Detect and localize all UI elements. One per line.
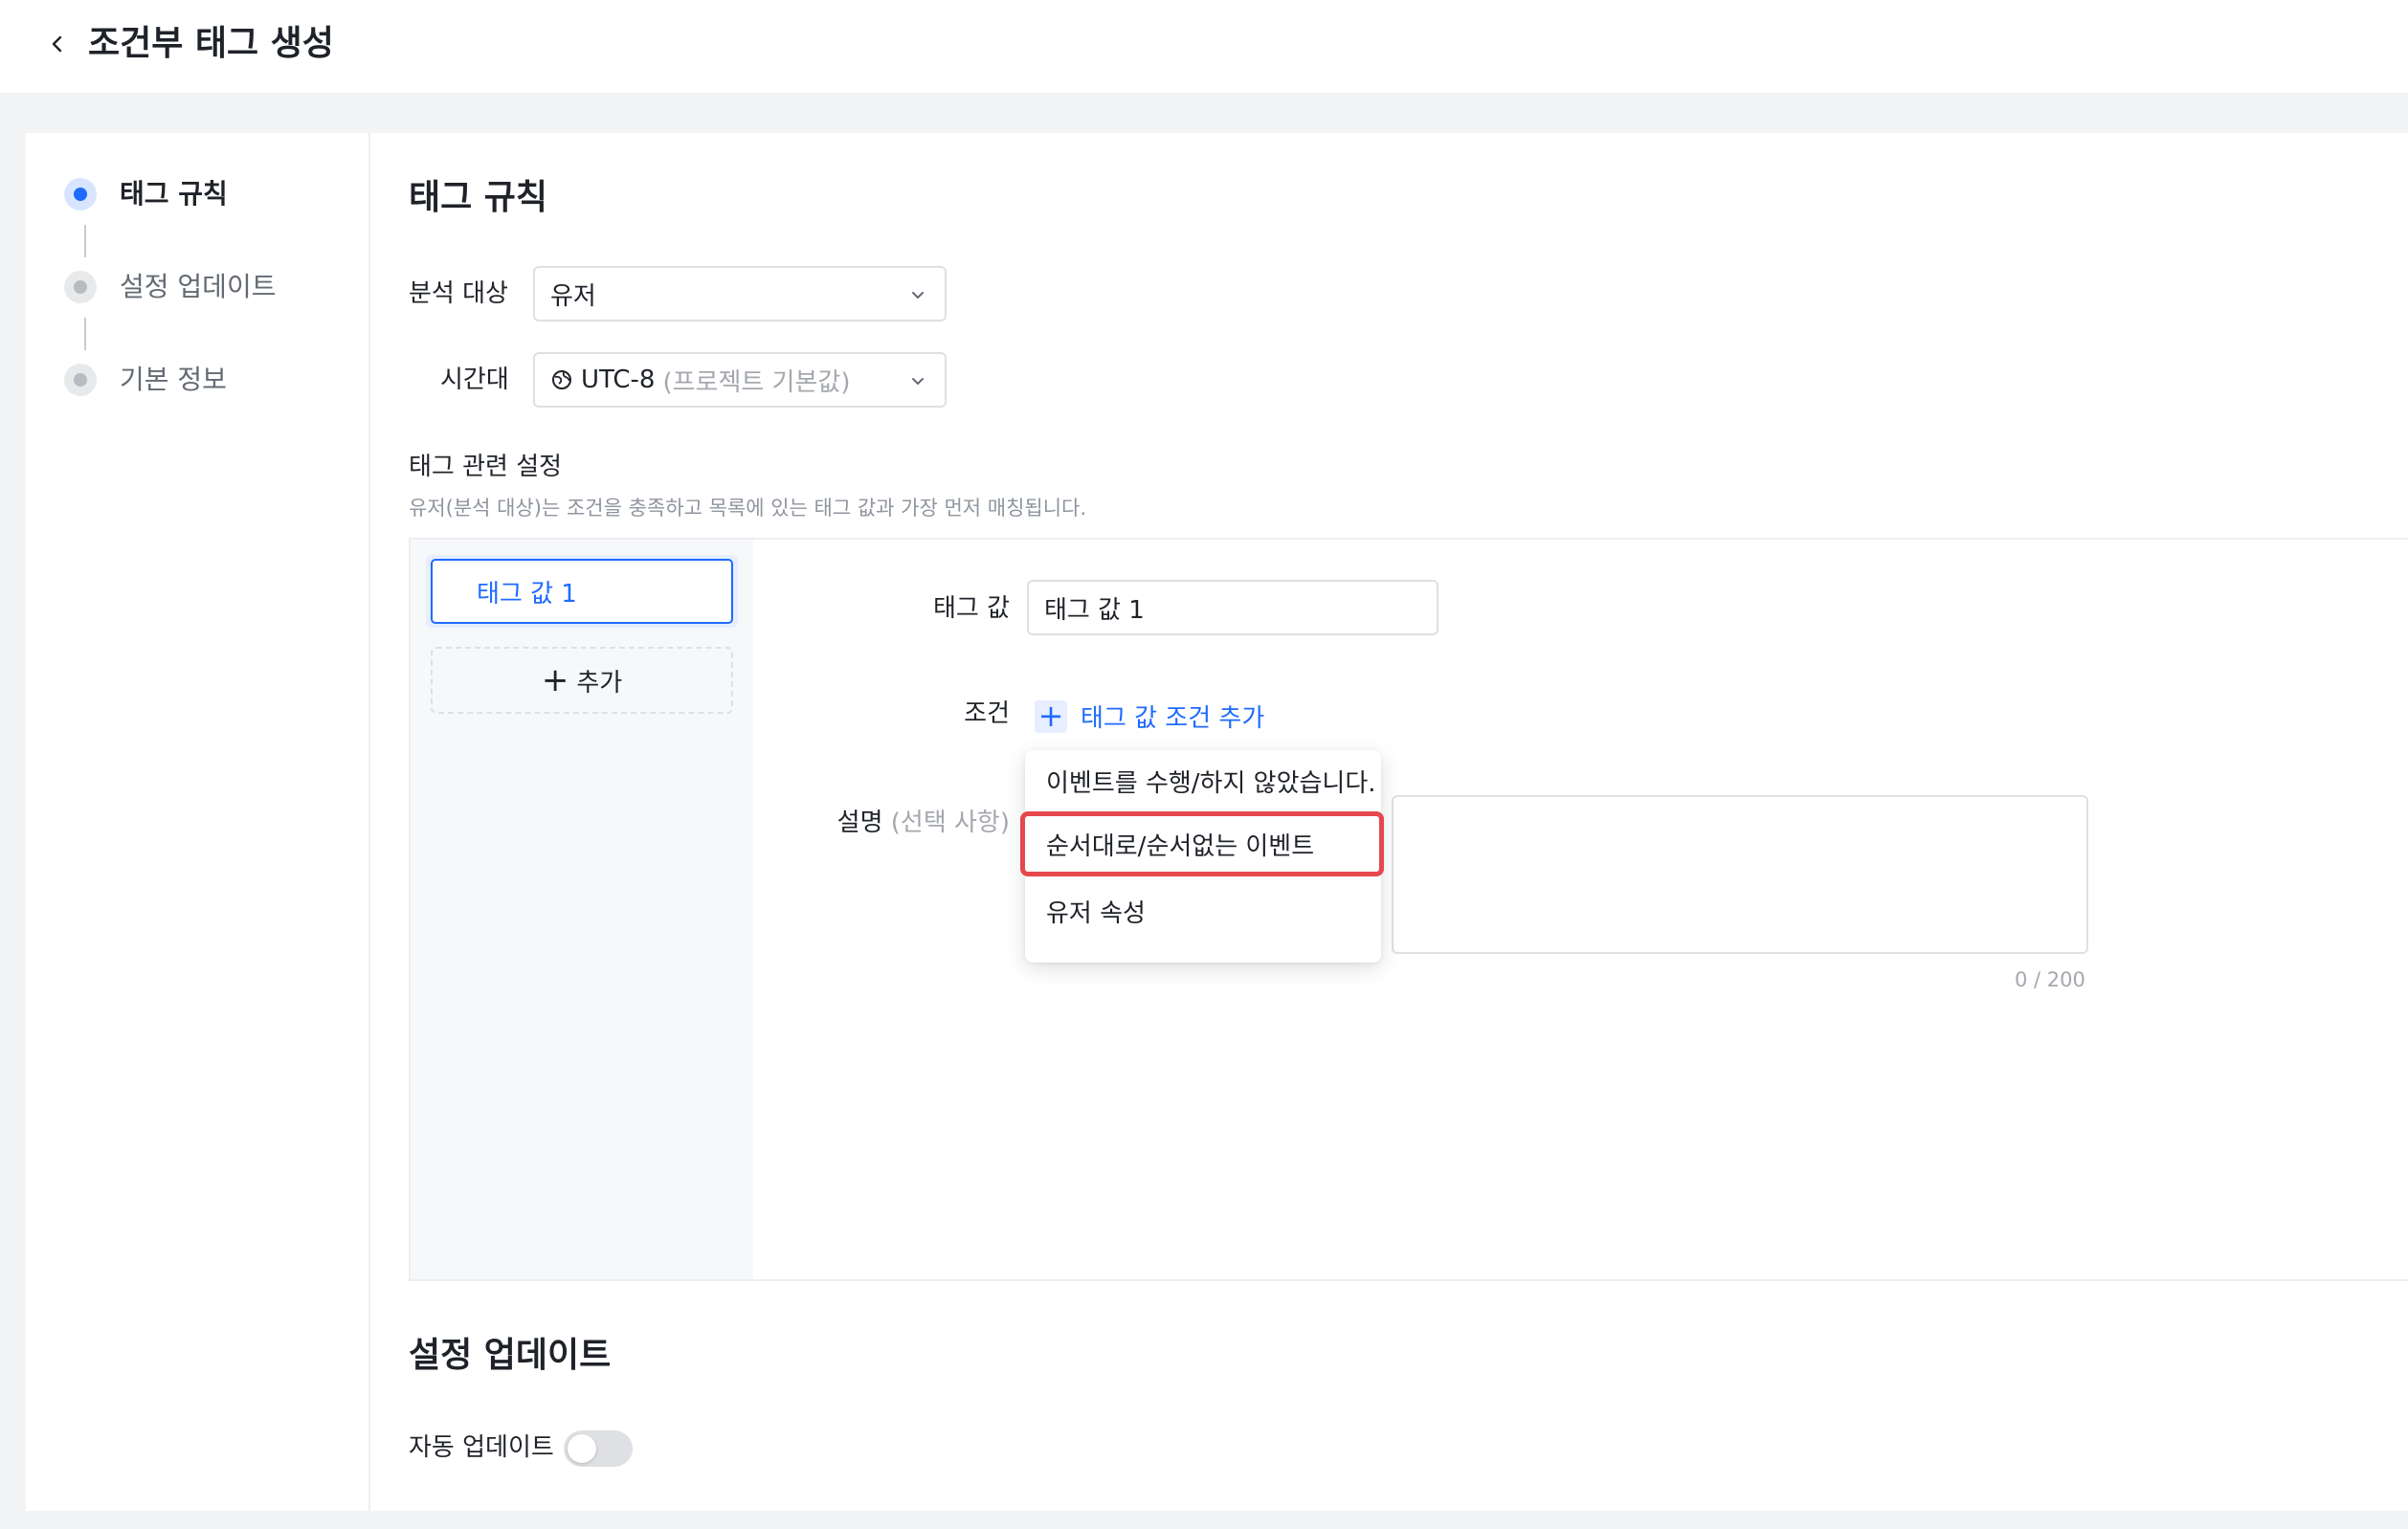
step-label: 태그 규칙: [120, 178, 228, 210]
chevron-down-icon: [912, 378, 924, 385]
add-tag-value-label: 추가: [576, 668, 623, 698]
condition-label: 조건: [964, 699, 1010, 728]
timezone-select[interactable]: UTC-8 (프로젝트 기본값): [533, 352, 947, 408]
step-indicator-icon: [64, 271, 97, 303]
menu-item-event-performed[interactable]: 이벤트를 수행/하지 않았습니다.: [1025, 750, 1381, 811]
plus-icon: +: [541, 661, 569, 699]
condition-type-menu: 이벤트를 수행/하지 않았습니다. 순서대로/순서없는 이벤트 유저 속성: [1020, 750, 1384, 963]
form-area: 태그 규칙 분석 대상 유저 시간대 UTC-8 (프로젝트 기본값) 태그 관…: [372, 133, 2408, 1511]
add-tag-value-button[interactable]: + 추가: [431, 647, 733, 714]
tag-value-item[interactable]: 태그 값 1: [431, 559, 733, 624]
section-title-settings-update: 설정 업데이트: [409, 1336, 612, 1375]
auto-update-toggle[interactable]: [564, 1430, 633, 1467]
content-card: 태그 규칙 설정 업데이트 기본 정보 태그 규칙 분석 대상 유저 시간대 U…: [26, 133, 2408, 1511]
add-condition-label: 태그 값 조건 추가: [1081, 704, 1265, 733]
toggle-knob: [568, 1434, 596, 1463]
plus-icon: +: [1035, 699, 1067, 733]
timezone-label: 시간대: [440, 366, 509, 394]
timezone-value: UTC-8: [581, 366, 656, 394]
description-label-wrap: 설명 (선택 사항): [793, 806, 1010, 840]
step-indicator-active-icon: [64, 178, 97, 211]
tag-settings-panel: 태그 값 1 + 추가 태그 값 태그 값 1 조건 + 태그 값 조건 추가 …: [409, 538, 2408, 1281]
menu-item-user-property[interactable]: 유저 속성: [1025, 880, 1381, 942]
step-tag-rules[interactable]: 태그 규칙: [64, 175, 228, 213]
tag-item-focus-ring: 태그 값 1: [426, 555, 738, 628]
tag-value-list: 태그 값 1 + 추가: [411, 540, 753, 1279]
step-connector: [84, 318, 86, 350]
tag-value-label: 태그 값: [932, 594, 1010, 623]
tag-settings-hint: 유저(분석 대상)는 조건을 충족하고 목록에 있는 태그 값과 가장 먼저 매…: [409, 497, 1087, 520]
menu-item-event-sequence[interactable]: 순서대로/순서없는 이벤트: [1025, 813, 1381, 875]
page-header: 조건부 태그 생성: [0, 0, 2408, 93]
step-basic-info[interactable]: 기본 정보: [64, 361, 227, 399]
description-textarea[interactable]: [1392, 795, 2088, 954]
chevron-left-icon: [52, 35, 62, 53]
globe-icon: [552, 370, 571, 389]
chevron-down-icon: [912, 292, 924, 299]
step-settings-update[interactable]: 설정 업데이트: [64, 268, 276, 306]
page-title: 조건부 태그 생성: [88, 24, 334, 63]
back-button[interactable]: [38, 25, 77, 63]
analysis-target-value: 유저: [550, 281, 596, 311]
auto-update-label: 자동 업데이트: [409, 1433, 554, 1462]
analysis-target-label: 분석 대상: [409, 279, 508, 308]
tag-settings-title: 태그 관련 설정: [409, 453, 563, 481]
timezone-default-hint: (프로젝트 기본값): [662, 367, 851, 397]
step-label: 설정 업데이트: [120, 271, 277, 302]
step-navigation: 태그 규칙 설정 업데이트 기본 정보: [26, 133, 370, 1511]
step-connector: [84, 225, 86, 257]
analysis-target-select[interactable]: 유저: [533, 266, 947, 321]
add-condition-button[interactable]: + 태그 값 조건 추가: [1035, 698, 1264, 734]
section-title-tag-rules: 태그 규칙: [409, 178, 548, 217]
step-indicator-icon: [64, 364, 97, 396]
description-optional: (선택 사항): [890, 809, 1010, 837]
description-label: 설명: [836, 809, 883, 837]
description-counter: 0 / 200: [2015, 968, 2085, 991]
tag-value-input[interactable]: 태그 값 1: [1027, 580, 1438, 635]
step-label: 기본 정보: [120, 364, 227, 395]
